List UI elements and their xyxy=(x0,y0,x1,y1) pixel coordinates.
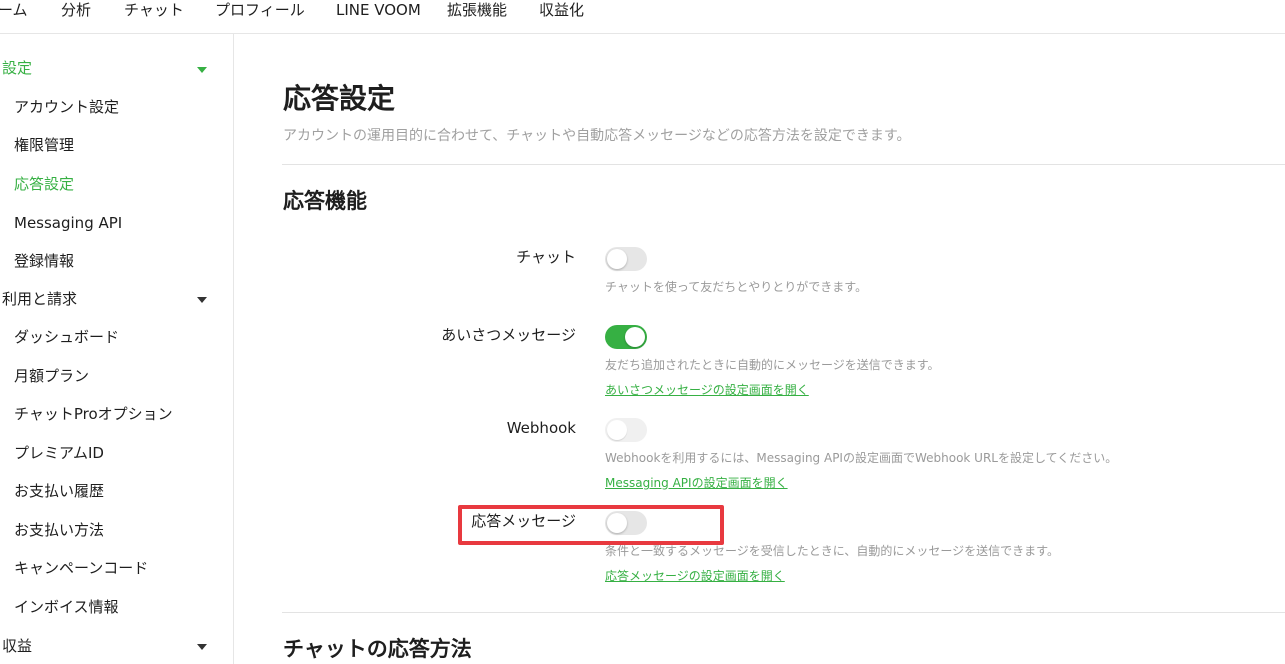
chevron-down-icon[interactable] xyxy=(197,67,207,73)
sidebar-group-settings[interactable]: 設定 xyxy=(2,58,32,78)
chat-description: チャットを使って友だちとやりとりができます。 xyxy=(605,280,868,294)
section-title-chat-response-method: チャットの応答方法 xyxy=(283,637,472,661)
webhook-label: Webhook xyxy=(506,419,576,437)
greeting-message-settings-link[interactable]: あいさつメッセージの設定画面を開く xyxy=(605,382,809,398)
divider xyxy=(282,612,1285,613)
section-title-response-features: 応答機能 xyxy=(283,189,367,213)
nav-line-voom[interactable]: LINE VOOM xyxy=(336,0,421,20)
sidebar-item-messaging-api[interactable]: Messaging API xyxy=(14,213,122,233)
sidebar-item-chat-pro-option[interactable]: チャットProオプション xyxy=(14,404,173,424)
auto-response-label: 応答メッセージ xyxy=(471,512,576,530)
sidebar-item-permissions[interactable]: 権限管理 xyxy=(14,135,74,155)
chevron-down-icon[interactable] xyxy=(197,297,207,303)
webhook-description: Webhookを利用するには、Messaging APIの設定画面でWebhoo… xyxy=(605,451,1118,465)
greeting-message-description: 友だち追加されたときに自動的にメッセージを送信できます。 xyxy=(605,358,940,372)
sidebar-item-account-settings[interactable]: アカウント設定 xyxy=(14,97,119,117)
auto-response-description: 条件と一致するメッセージを受信したときに、自動的にメッセージを送信できます。 xyxy=(605,544,1059,558)
sidebar-item-payment-history[interactable]: お支払い履歴 xyxy=(14,481,104,501)
toggle-knob xyxy=(607,420,627,440)
nav-extensions[interactable]: 拡張機能 xyxy=(447,0,507,20)
webhook-toggle[interactable] xyxy=(605,418,647,442)
auto-response-settings-link[interactable]: 応答メッセージの設定画面を開く xyxy=(605,568,785,584)
toggle-knob xyxy=(625,327,645,347)
nav-monetization[interactable]: 収益化 xyxy=(539,0,584,20)
nav-chat[interactable]: チャット xyxy=(124,0,184,20)
page-title: 応答設定 xyxy=(283,82,396,115)
sidebar-item-registration-info[interactable]: 登録情報 xyxy=(14,251,74,271)
sidebar-item-monthly-plan[interactable]: 月額プラン xyxy=(14,366,89,386)
main-content: 応答設定 アカウントの運用目的に合わせて、チャットや自動応答メッセージなどの応答… xyxy=(234,34,1285,664)
nav-home[interactable]: ーム xyxy=(0,0,28,20)
nav-profile[interactable]: プロフィール xyxy=(215,0,305,20)
sidebar-group-revenue[interactable]: 収益 xyxy=(2,636,32,656)
nav-analytics[interactable]: 分析 xyxy=(61,0,91,20)
sidebar-item-payment-method[interactable]: お支払い方法 xyxy=(14,520,104,540)
sidebar-item-dashboard[interactable]: ダッシュボード xyxy=(14,327,119,347)
sidebar-item-response-settings[interactable]: 応答設定 xyxy=(14,174,74,194)
sidebar-group-usage-billing[interactable]: 利用と請求 xyxy=(2,289,77,309)
divider xyxy=(282,164,1285,165)
greeting-message-toggle[interactable] xyxy=(605,325,647,349)
top-navigation: ーム 分析 チャット プロフィール LINE VOOM 拡張機能 収益化 xyxy=(0,0,1285,34)
chevron-down-icon[interactable] xyxy=(197,644,207,650)
sidebar-item-invoice-info[interactable]: インボイス情報 xyxy=(14,597,119,617)
sidebar-item-campaign-code[interactable]: キャンペーンコード xyxy=(14,558,148,578)
sidebar: 設定 アカウント設定 権限管理 応答設定 Messaging API 登録情報 … xyxy=(0,34,234,664)
sidebar-item-premium-id[interactable]: プレミアムID xyxy=(14,443,104,463)
toggle-knob xyxy=(607,249,627,269)
toggle-knob xyxy=(607,513,627,533)
greeting-message-label: あいさつメッセージ xyxy=(441,326,576,344)
messaging-api-settings-link[interactable]: Messaging APIの設定画面を開く xyxy=(605,475,788,491)
page-description: アカウントの運用目的に合わせて、チャットや自動応答メッセージなどの応答方法を設定… xyxy=(283,128,911,144)
chat-label: チャット xyxy=(516,248,576,266)
auto-response-toggle[interactable] xyxy=(605,511,647,535)
chat-toggle[interactable] xyxy=(605,247,647,271)
